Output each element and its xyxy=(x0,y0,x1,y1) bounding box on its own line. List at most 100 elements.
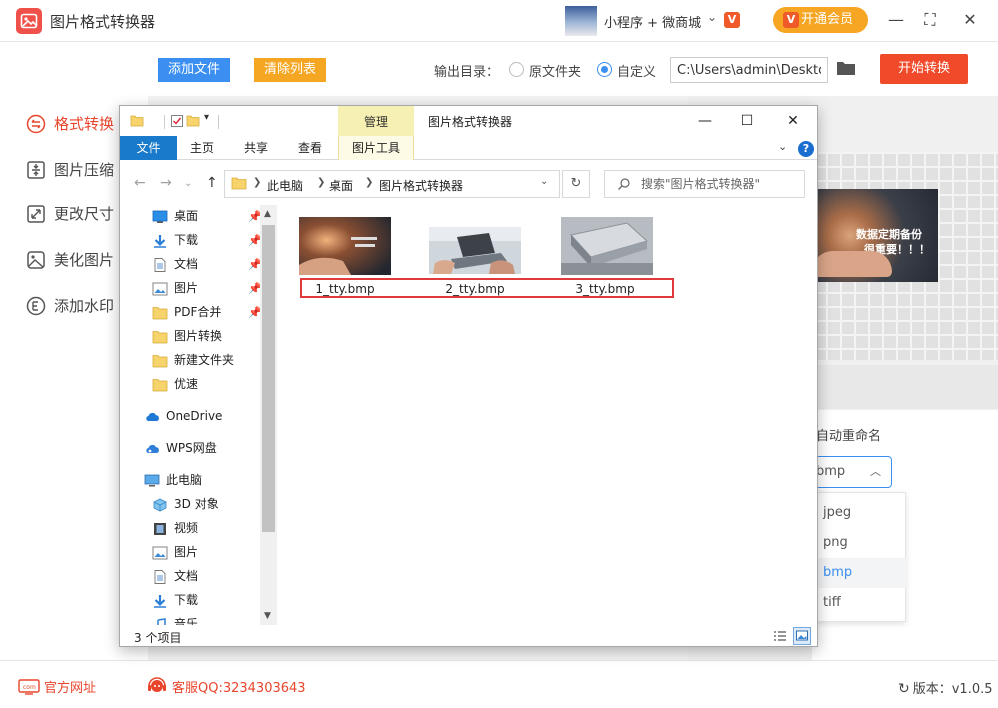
auto-rename-label: 自动重命名 xyxy=(816,429,882,444)
up-icon[interactable]: ↑ xyxy=(206,175,218,191)
start-convert-button[interactable]: 开始转换 xyxy=(880,54,968,84)
format-option-tiff[interactable]: tiff xyxy=(813,588,906,618)
sidebar-item-beautify[interactable]: 美化图片 xyxy=(26,248,114,272)
nav-item-videos[interactable]: 视频 xyxy=(152,517,198,539)
desktop-icon xyxy=(152,209,168,223)
customize-quick-access-icon[interactable]: ▾ xyxy=(204,112,209,123)
sidebar-item-format-convert[interactable]: 格式转换 xyxy=(26,112,114,136)
radio-original-folder[interactable] xyxy=(509,62,524,77)
nav-item-download[interactable]: 下载 xyxy=(152,229,198,251)
minimize-button[interactable]: — xyxy=(884,8,908,32)
breadcrumb-separator-icon[interactable]: ❯ xyxy=(317,177,325,188)
sidebar-item-watermark[interactable]: 添加水印 xyxy=(26,294,114,318)
nav-item-pictures[interactable]: 图片 xyxy=(152,277,198,299)
resize-icon xyxy=(26,204,46,224)
tab-home[interactable]: 主页 xyxy=(180,136,224,160)
nav-item-this-pc[interactable]: 此电脑 xyxy=(144,469,202,491)
file-thumbnail-1[interactable] xyxy=(299,217,391,275)
music-icon xyxy=(152,617,168,625)
details-view-icon[interactable] xyxy=(771,627,789,645)
app-logo-icon xyxy=(16,8,42,34)
scroll-up-icon[interactable]: ▲ xyxy=(264,209,271,219)
address-dropdown-icon[interactable]: ⌄ xyxy=(540,176,548,187)
website-link[interactable]: com 官方网址 xyxy=(18,677,96,696)
recent-locations-icon[interactable]: ⌄ xyxy=(184,178,192,189)
properties-icon[interactable] xyxy=(170,114,184,128)
nav-item-new-folder[interactable]: 新建文件夹 xyxy=(152,349,234,371)
ribbon-expand-icon[interactable]: ⌄ xyxy=(778,140,787,153)
folder-icon xyxy=(152,329,168,344)
breadcrumb-this-pc[interactable]: 此电脑 xyxy=(267,177,303,194)
explorer-maximize-button[interactable]: ☐ xyxy=(734,110,760,132)
refresh-button[interactable]: ↻ xyxy=(562,170,590,198)
maximize-button[interactable]: ⛶ xyxy=(918,8,942,32)
nav-item-yousu[interactable]: 优速 xyxy=(152,373,198,395)
format-select[interactable]: bmp ︿ xyxy=(812,456,892,488)
output-path-input[interactable] xyxy=(670,57,828,83)
breadcrumb-separator-icon[interactable]: ❯ xyxy=(365,177,373,188)
explorer-close-button[interactable]: ✕ xyxy=(780,110,806,132)
customer-service-link[interactable]: 客服QQ:3234303643 xyxy=(146,677,306,697)
3d-objects-icon xyxy=(152,497,168,512)
breadcrumb-separator-icon[interactable]: ❯ xyxy=(253,177,261,188)
address-bar[interactable]: ❯ 此电脑 ❯ 桌面 ❯ 图片格式转换器 ⌄ xyxy=(224,170,560,198)
format-option-jpeg[interactable]: jpeg xyxy=(813,498,906,528)
back-icon[interactable]: ← xyxy=(134,175,146,191)
format-select-value: bmp xyxy=(816,464,846,479)
format-option-bmp[interactable]: bmp xyxy=(813,558,906,588)
nav-item-pc-download[interactable]: 下载 xyxy=(152,589,198,611)
file-content-pane: 1_tty.bmp 2_tty.bmp 3_tty.bmp xyxy=(278,205,817,625)
radio-custom-folder-label[interactable]: 自定义 xyxy=(617,61,656,80)
tab-view[interactable]: 查看 xyxy=(288,136,332,160)
chevron-down-icon[interactable]: ⌄ xyxy=(707,10,717,24)
breadcrumb-current-folder[interactable]: 图片格式转换器 xyxy=(379,177,463,194)
radio-original-folder-label[interactable]: 原文件夹 xyxy=(529,61,581,80)
mini-program-link[interactable]: 小程序 + 微商城 xyxy=(604,12,701,31)
scroll-down-icon[interactable]: ▼ xyxy=(264,611,271,621)
address-row: ← → ⌄ ↑ ❯ 此电脑 ❯ 桌面 ❯ 图片格式转换器 ⌄ ↻ xyxy=(120,161,817,205)
new-folder-icon[interactable] xyxy=(186,114,200,128)
sidebar-item-compress[interactable]: 图片压缩 xyxy=(26,158,114,182)
tab-picture-tools[interactable]: 图片工具 xyxy=(338,136,414,160)
nav-item-music[interactable]: 音乐 xyxy=(152,613,198,625)
refresh-icon[interactable]: ↻ xyxy=(898,681,910,697)
file-thumbnail-2[interactable] xyxy=(429,227,521,274)
radio-custom-folder[interactable] xyxy=(597,62,612,77)
add-files-button[interactable]: 添加文件 xyxy=(158,58,230,82)
nav-item-pc-documents[interactable]: 文档 xyxy=(152,565,198,587)
nav-item-pc-pictures[interactable]: 图片 xyxy=(152,541,198,563)
close-button[interactable]: ✕ xyxy=(958,8,982,32)
folder-icon[interactable] xyxy=(836,60,856,76)
format-option-png[interactable]: png xyxy=(813,528,906,558)
website-label: 官方网址 xyxy=(44,681,97,696)
search-box[interactable] xyxy=(604,170,805,198)
nav-item-3d-objects[interactable]: 3D 对象 xyxy=(152,493,219,515)
search-icon xyxy=(617,177,631,191)
vip-button-label: 开通会员 xyxy=(801,12,854,27)
sidebar-item-resize[interactable]: 更改尺寸 xyxy=(26,202,114,226)
nav-item-documents[interactable]: 文档 xyxy=(152,253,198,275)
nav-scrollbar[interactable]: ▲ ▼ xyxy=(260,205,277,625)
explorer-minimize-button[interactable]: — xyxy=(692,110,718,132)
large-icons-view-icon[interactable] xyxy=(793,627,811,645)
watermark-icon xyxy=(26,296,46,316)
tab-file[interactable]: 文件 xyxy=(120,136,177,160)
breadcrumb-desktop[interactable]: 桌面 xyxy=(329,177,353,194)
forward-icon[interactable]: → xyxy=(160,175,172,191)
clear-list-button[interactable]: 清除列表 xyxy=(254,58,326,82)
nav-scrollbar-thumb[interactable] xyxy=(262,225,275,532)
mini-program-badge-icon: V xyxy=(724,12,740,28)
nav-item-pdf-merge[interactable]: PDF合并 xyxy=(152,301,221,323)
highlight-box xyxy=(300,278,674,298)
file-thumbnail-3[interactable] xyxy=(561,217,653,275)
preview-hand xyxy=(812,251,892,277)
nav-item-onedrive[interactable]: OneDrive xyxy=(144,405,222,427)
help-icon[interactable]: ? xyxy=(798,141,814,157)
nav-item-image-convert[interactable]: 图片转换 xyxy=(152,325,222,347)
search-input[interactable] xyxy=(641,174,801,194)
nav-item-wps-drive[interactable]: WPS网盘 xyxy=(144,437,217,459)
mini-program-thumbnail[interactable] xyxy=(565,6,597,36)
vip-button[interactable]: V 开通会员 xyxy=(773,7,868,33)
tab-share[interactable]: 共享 xyxy=(234,136,278,160)
nav-item-desktop[interactable]: 桌面 xyxy=(152,205,198,227)
